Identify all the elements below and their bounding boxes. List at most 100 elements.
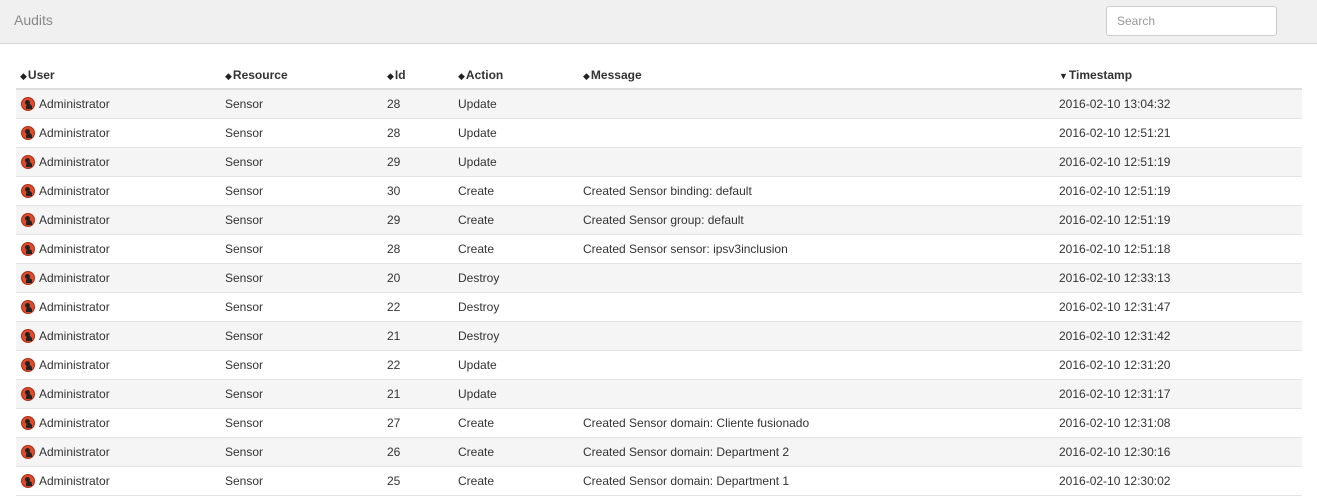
user-avatar-icon: [21, 329, 35, 343]
cell-resource: Sensor: [221, 89, 383, 119]
cell-id: 29: [383, 147, 454, 177]
cell-message: [579, 292, 1055, 322]
column-header-resource[interactable]: ◆Resource: [221, 62, 383, 90]
user-name: Administrator: [39, 213, 110, 227]
column-header-id[interactable]: ◆Id: [383, 62, 454, 90]
cell-timestamp: 2016-02-10 12:51:19: [1055, 176, 1302, 206]
cell-resource: Sensor: [221, 263, 383, 293]
cell-user: Administrator: [16, 176, 221, 206]
column-header-label: Message: [590, 68, 642, 82]
table-row[interactable]: Administrator Sensor 22 Destroy 2016-02-10 1…: [16, 292, 1302, 322]
cell-user: Administrator: [16, 89, 221, 119]
user-name: Administrator: [39, 474, 110, 488]
user-avatar-icon: [21, 416, 35, 430]
cell-timestamp: 2016-02-10 12:31:08: [1055, 408, 1302, 438]
cell-message: Created Sensor group: default: [579, 205, 1055, 235]
header-bar: Audits: [0, 0, 1317, 44]
table-row[interactable]: Administrator Sensor 28 Update 2016-02-10 12…: [16, 118, 1302, 148]
cell-id: 26: [383, 437, 454, 467]
cell-message: Created Sensor binding: default: [579, 176, 1055, 206]
user-avatar-icon: [21, 155, 35, 169]
user-name: Administrator: [39, 126, 110, 140]
cell-resource: Sensor: [221, 118, 383, 148]
sort-icon: ◆: [458, 71, 465, 81]
table-row[interactable]: Administrator Sensor 22 Update 2016-02-10 12…: [16, 350, 1302, 380]
table-row[interactable]: Administrator Sensor 28 Create Created Senso…: [16, 234, 1302, 264]
cell-id: 27: [383, 408, 454, 438]
column-header-user[interactable]: ◆User: [16, 62, 221, 90]
cell-resource: Sensor: [221, 176, 383, 206]
user-avatar-icon: [21, 97, 35, 111]
user-avatar-icon: [21, 184, 35, 198]
cell-resource: Sensor: [221, 466, 383, 496]
cell-timestamp: 2016-02-10 12:31:42: [1055, 321, 1302, 351]
cell-timestamp: 2016-02-10 12:31:47: [1055, 292, 1302, 322]
cell-user: Administrator: [16, 466, 221, 496]
cell-timestamp: 2016-02-10 12:31:20: [1055, 350, 1302, 380]
column-header-message[interactable]: ◆Message: [579, 62, 1055, 90]
cell-action: Update: [454, 350, 579, 380]
cell-id: 28: [383, 89, 454, 119]
column-header-label: Resource: [232, 68, 288, 82]
user-name: Administrator: [39, 184, 110, 198]
cell-resource: Sensor: [221, 350, 383, 380]
cell-user: Administrator: [16, 292, 221, 322]
cell-id: 21: [383, 379, 454, 409]
cell-timestamp: 2016-02-10 12:51:19: [1055, 205, 1302, 235]
user-avatar-icon: [21, 300, 35, 314]
table-header-row: ◆User ◆Resource ◆Id ◆Action ◆Message ▼Ti…: [16, 62, 1302, 90]
cell-message: [579, 147, 1055, 177]
cell-action: Update: [454, 89, 579, 119]
cell-user: Administrator: [16, 263, 221, 293]
user-name: Administrator: [39, 155, 110, 169]
cell-user: Administrator: [16, 205, 221, 235]
cell-id: 28: [383, 234, 454, 264]
audits-table: ◆User ◆Resource ◆Id ◆Action ◆Message ▼Ti…: [16, 62, 1302, 496]
table-row[interactable]: Administrator Sensor 29 Create Created Senso…: [16, 205, 1302, 235]
cell-id: 22: [383, 350, 454, 380]
sort-icon: ◆: [387, 71, 394, 81]
search-input[interactable]: [1106, 6, 1277, 36]
user-avatar-icon: [21, 445, 35, 459]
user-avatar-icon: [21, 242, 35, 256]
table-row[interactable]: Administrator Sensor 21 Destroy 2016-02-10 1…: [16, 321, 1302, 351]
cell-action: Update: [454, 147, 579, 177]
cell-message: [579, 321, 1055, 351]
cell-id: 22: [383, 292, 454, 322]
column-header-timestamp[interactable]: ▼Timestamp: [1055, 62, 1302, 90]
table-row[interactable]: Administrator Sensor 29 Update 2016-02-10 12…: [16, 147, 1302, 177]
table-row[interactable]: Administrator Sensor 21 Update 2016-02-10 12…: [16, 379, 1302, 409]
cell-user: Administrator: [16, 321, 221, 351]
user-avatar-icon: [21, 271, 35, 285]
sort-icon: ◆: [583, 71, 590, 81]
cell-message: [579, 379, 1055, 409]
column-header-label: Timestamp: [1068, 68, 1133, 82]
cell-user: Administrator: [16, 379, 221, 409]
cell-action: Destroy: [454, 292, 579, 322]
cell-user: Administrator: [16, 234, 221, 264]
user-name: Administrator: [39, 387, 110, 401]
user-avatar-icon: [21, 387, 35, 401]
user-avatar-icon: [21, 474, 35, 488]
cell-resource: Sensor: [221, 292, 383, 322]
cell-message: Created Sensor sensor: ipsv3inclusion: [579, 234, 1055, 264]
table-row[interactable]: Administrator Sensor 26 Create Created Senso…: [16, 437, 1302, 467]
table-row[interactable]: Administrator Sensor 30 Create Created Senso…: [16, 176, 1302, 206]
table-row[interactable]: Administrator Sensor 20 Destroy 2016-02-10 1…: [16, 263, 1302, 293]
column-header-action[interactable]: ◆Action: [454, 62, 579, 90]
cell-timestamp: 2016-02-10 12:51:19: [1055, 147, 1302, 177]
table-row[interactable]: Administrator Sensor 25 Create Created Senso…: [16, 466, 1302, 496]
table-row[interactable]: Administrator Sensor 28 Update 2016-02-10 13…: [16, 89, 1302, 119]
cell-action: Create: [454, 234, 579, 264]
cell-timestamp: 2016-02-10 12:51:21: [1055, 118, 1302, 148]
cell-resource: Sensor: [221, 321, 383, 351]
column-header-label: Id: [394, 68, 406, 82]
cell-action: Create: [454, 437, 579, 467]
column-header-label: User: [27, 68, 55, 82]
cell-action: Create: [454, 408, 579, 438]
user-name: Administrator: [39, 329, 110, 343]
cell-user: Administrator: [16, 118, 221, 148]
cell-resource: Sensor: [221, 234, 383, 264]
table-row[interactable]: Administrator Sensor 27 Create Created Senso…: [16, 408, 1302, 438]
cell-timestamp: 2016-02-10 12:30:16: [1055, 437, 1302, 467]
